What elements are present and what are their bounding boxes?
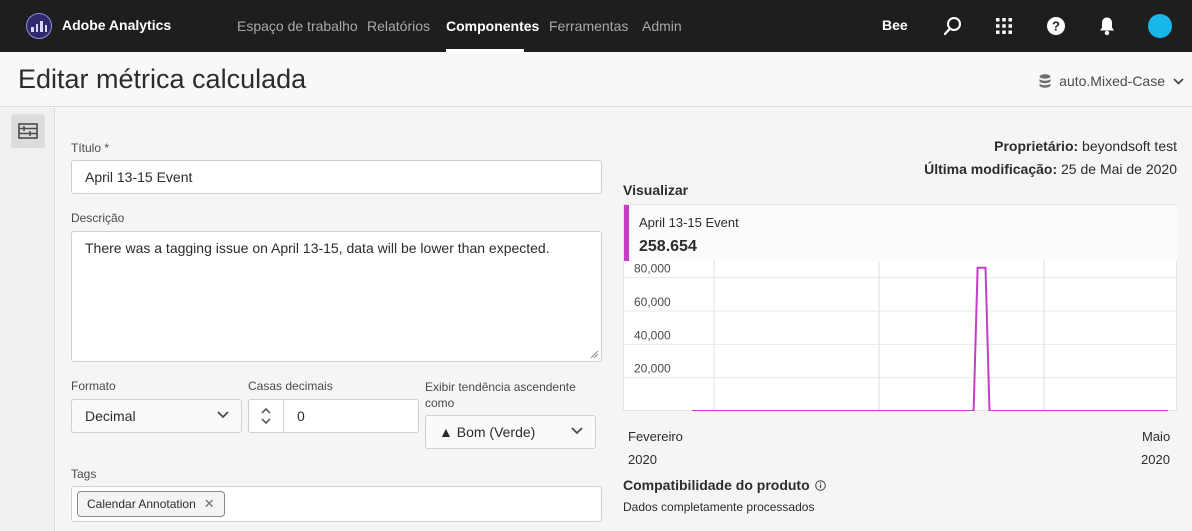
description-text: There was a tagging issue on April 13-15… bbox=[85, 240, 550, 256]
series-line-0 bbox=[692, 266, 1168, 411]
tag-label: Calendar Annotation bbox=[87, 497, 196, 511]
x-end-month: Maio bbox=[1142, 429, 1171, 444]
search-icon[interactable] bbox=[941, 14, 965, 38]
compatibility-text: Dados completamente processados bbox=[623, 500, 815, 514]
nav-workspace[interactable]: Espaço de trabalho bbox=[237, 18, 358, 34]
nav-admin[interactable]: Admin bbox=[642, 18, 682, 34]
description-textarea[interactable]: There was a tagging issue on April 13-15… bbox=[71, 231, 602, 362]
modified-value: 25 de Mai de 2020 bbox=[1061, 161, 1177, 177]
y-tick-label: 40,000 bbox=[634, 328, 671, 342]
report-suite-selector[interactable]: auto.Mixed-Case bbox=[1039, 73, 1184, 89]
format-label: Formato bbox=[71, 379, 116, 393]
preview-label: Visualizar bbox=[623, 182, 689, 198]
format-value: Decimal bbox=[85, 408, 136, 424]
database-icon bbox=[1039, 74, 1051, 88]
x-start-month: Fevereiro bbox=[628, 429, 683, 444]
preview-header: April 13-15 Event 258.654 bbox=[624, 205, 1178, 261]
info-icon[interactable] bbox=[814, 479, 826, 491]
chevron-down-icon bbox=[217, 411, 229, 419]
components-panel-icon[interactable] bbox=[11, 114, 45, 148]
page-header: Editar métrica calculada auto.Mixed-Case bbox=[0, 52, 1192, 107]
modified-info: Última modificação: 25 de Mai de 2020 bbox=[924, 161, 1177, 177]
notifications-bell-icon[interactable] bbox=[1095, 14, 1119, 38]
nav-reports[interactable]: Relatórios bbox=[367, 18, 430, 34]
tag-chip: Calendar Annotation ✕ bbox=[77, 491, 225, 517]
preview-metric-name: April 13-15 Event bbox=[639, 215, 739, 230]
y-tick-label: 60,000 bbox=[634, 295, 671, 309]
x-start-year: 2020 bbox=[628, 452, 657, 467]
adobe-analytics-logo-icon[interactable] bbox=[26, 13, 52, 39]
chevron-down-icon[interactable] bbox=[261, 418, 271, 424]
stepper-buttons[interactable] bbox=[249, 400, 284, 432]
x-end-year: 2020 bbox=[1141, 452, 1170, 467]
chevron-down-icon bbox=[571, 427, 583, 435]
owner-info: Proprietário: beyondsoft test bbox=[994, 138, 1177, 154]
user-avatar[interactable] bbox=[1148, 14, 1172, 38]
app-name[interactable]: Adobe Analytics bbox=[62, 17, 171, 33]
decimals-value[interactable]: 0 bbox=[297, 408, 305, 424]
chevron-down-icon bbox=[1173, 77, 1184, 85]
left-rail bbox=[0, 108, 55, 531]
trend-value: ▲ Bom (Verde) bbox=[439, 424, 536, 440]
chevron-up-icon[interactable] bbox=[261, 408, 271, 414]
org-switcher[interactable]: Bee bbox=[882, 17, 908, 33]
nav-components[interactable]: Componentes bbox=[446, 18, 539, 34]
format-dropdown[interactable]: Decimal bbox=[71, 399, 242, 433]
y-tick-label: 20,000 bbox=[634, 362, 671, 376]
trend-dropdown[interactable]: ▲ Bom (Verde) bbox=[425, 415, 596, 449]
top-nav: Adobe Analytics Espaço de trabalho Relat… bbox=[0, 0, 1192, 52]
svg-text:?: ? bbox=[1052, 19, 1060, 34]
compatibility-title: Compatibilidade do produto bbox=[623, 477, 826, 493]
owner-value: beyondsoft test bbox=[1082, 138, 1177, 154]
series-color-bar bbox=[624, 205, 629, 261]
preview-metric-total: 258.654 bbox=[639, 238, 697, 255]
y-tick-label: 80,000 bbox=[634, 262, 671, 276]
trend-label: Exibir tendência ascendente como bbox=[425, 380, 576, 410]
title-input[interactable]: April 13-15 Event bbox=[71, 160, 602, 194]
apps-grid-icon[interactable] bbox=[992, 14, 1016, 38]
title-label: Título * bbox=[71, 141, 110, 155]
preview-chart-card: April 13-15 Event 258.654 20,000 40,000 60… bbox=[623, 204, 1178, 411]
remove-tag-icon[interactable]: ✕ bbox=[204, 496, 215, 512]
decimals-label: Casas decimais bbox=[248, 379, 333, 393]
decimals-stepper[interactable]: 0 bbox=[248, 399, 419, 433]
description-label: Descrição bbox=[71, 211, 125, 225]
trend-line-chart: 20,000 40,000 60,000 80,000 bbox=[624, 261, 1178, 411]
compatibility-heading: Compatibilidade do produto bbox=[623, 477, 810, 493]
nav-tools[interactable]: Ferramentas bbox=[549, 18, 628, 34]
modified-label: Última modificação: bbox=[924, 161, 1058, 177]
page-title: Editar métrica calculada bbox=[18, 64, 307, 94]
tags-label: Tags bbox=[71, 467, 97, 481]
resize-grip-icon[interactable] bbox=[589, 349, 599, 359]
owner-label: Proprietário: bbox=[994, 138, 1079, 154]
report-suite-name: auto.Mixed-Case bbox=[1059, 73, 1165, 89]
help-icon[interactable]: ? bbox=[1044, 14, 1068, 38]
